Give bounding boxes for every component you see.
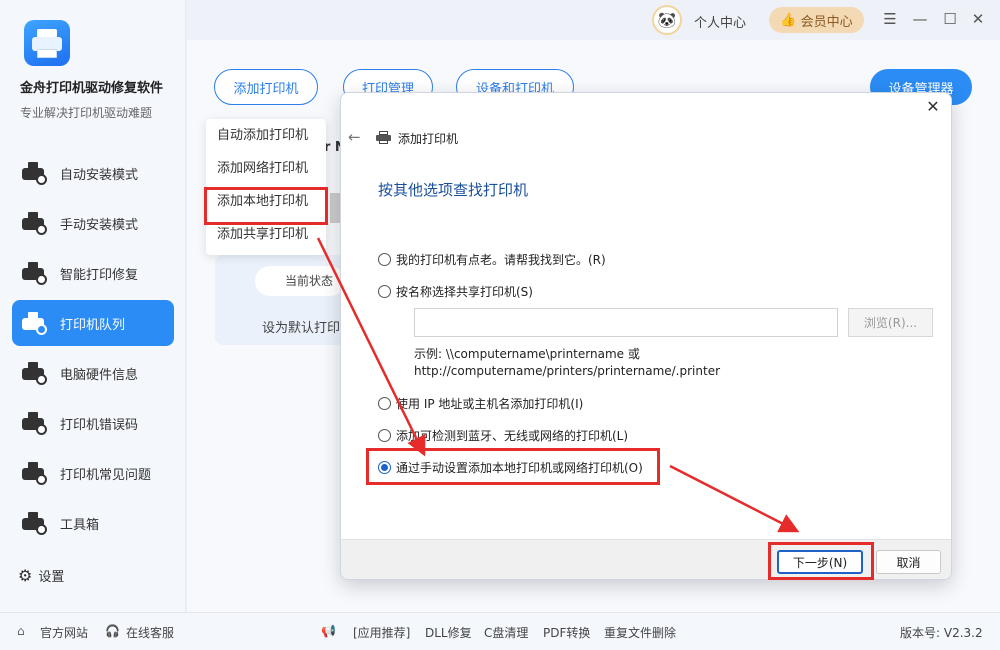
sidebar-item-label: 工具箱	[60, 517, 100, 533]
dialog-close-icon[interactable]: ✕	[923, 97, 943, 116]
settings-button[interactable]: ⚙ 设置	[18, 566, 64, 585]
settings-label: 设置	[38, 570, 65, 585]
example-line-1: 示例: \\computername\printername 或	[414, 347, 640, 361]
option-label: 按名称选择共享打印机(S)	[396, 285, 533, 299]
status-label: 当前状态	[255, 266, 345, 296]
manual-install-icon	[22, 210, 48, 236]
vip-center-button[interactable]: 👍 会员中心	[769, 7, 864, 33]
radio-button[interactable]	[378, 253, 391, 266]
dropdown-item-auto-add[interactable]: 自动添加打印机	[206, 119, 326, 152]
link-dll-repair[interactable]: DLL修复	[425, 624, 472, 641]
dropdown-item-shared[interactable]: 添加共享打印机	[206, 218, 326, 251]
sidebar-item-printer-queue[interactable]: 打印机队列	[12, 300, 174, 346]
link-pdf-convert[interactable]: PDF转换	[543, 624, 590, 641]
menu-icon[interactable]: ☰	[881, 10, 899, 28]
dropdown-item-network[interactable]: 添加网络打印机	[206, 152, 326, 185]
sidebar-item-manual-install[interactable]: 手动安装模式	[12, 200, 174, 246]
dialog-heading: 按其他选项查找打印机	[378, 181, 529, 199]
gear-icon: ⚙	[18, 566, 33, 585]
add-printer-dialog: ✕ ← 添加打印机 按其他选项查找打印机 我的打印机有点老。请帮我找到它。(R)…	[340, 92, 952, 580]
link-c-clean[interactable]: C盘清理	[484, 624, 528, 641]
printer-queue-icon	[22, 310, 48, 336]
website-link[interactable]: 官方网站	[40, 624, 88, 641]
minimize-icon[interactable]: —	[911, 10, 929, 28]
printer-thumbnail	[330, 193, 340, 223]
auto-install-icon	[22, 160, 48, 186]
megaphone-icon: 📢	[321, 624, 336, 638]
maximize-icon[interactable]: ☐	[941, 10, 959, 28]
option-label: 通过手动设置添加本地打印机或网络打印机(O)	[396, 461, 643, 475]
sidebar-item-smart-repair[interactable]: 智能打印修复	[12, 250, 174, 296]
radio-button[interactable]	[378, 429, 391, 442]
sidebar-item-label: 自动安装模式	[60, 167, 139, 183]
recommend-label: [应用推荐]	[353, 626, 411, 640]
smart-repair-icon	[22, 260, 48, 286]
bottom-bar: ⌂ 官方网站 🎧 在线客服 📢 [应用推荐] DLL修复 C盘清理 PDF转换 …	[0, 612, 1000, 650]
vip-center-label: 会员中心	[800, 14, 853, 30]
example-text: 示例: \\computername\printername 或 http://…	[414, 346, 720, 380]
radio-button[interactable]	[378, 397, 391, 410]
option-bluetooth-wireless[interactable]: 添加可检测到蓝牙、无线或网络的打印机(L)	[378, 427, 628, 444]
link-dup-delete[interactable]: 重复文件删除	[604, 624, 676, 641]
printer-icon	[376, 131, 391, 144]
sidebar-item-label: 手动安装模式	[60, 217, 139, 233]
faq-icon	[22, 460, 48, 486]
app-logo	[24, 20, 70, 66]
version-label: 版本号: V2.3.2	[900, 626, 983, 640]
radio-button-selected[interactable]	[378, 461, 391, 474]
sidebar-item-error-code[interactable]: 打印机错误码	[12, 400, 174, 446]
next-button[interactable]: 下一步(N)	[777, 550, 863, 574]
radio-button[interactable]	[378, 285, 391, 298]
option-label: 添加可检测到蓝牙、无线或网络的打印机(L)	[396, 429, 629, 443]
hardware-info-icon	[22, 360, 48, 386]
option-manual-local[interactable]: 通过手动设置添加本地打印机或网络打印机(O)	[378, 459, 643, 476]
option-label: 我的打印机有点老。请帮我找到它。(R)	[396, 253, 606, 267]
support-link[interactable]: 在线客服	[126, 624, 174, 641]
add-printer-dropdown: 自动添加打印机 添加网络打印机 添加本地打印机 添加共享打印机	[206, 119, 326, 255]
sidebar-item-faq[interactable]: 打印机常见问题	[12, 450, 174, 496]
app-name: 金舟打印机驱动修复软件	[20, 81, 164, 96]
back-arrow-icon[interactable]: ←	[348, 128, 361, 146]
option-ip-address[interactable]: 使用 IP 地址或主机名添加打印机(I)	[378, 395, 583, 412]
add-printer-button[interactable]: 添加打印机	[214, 69, 318, 105]
example-line-2: http://computername/printers/printername…	[414, 364, 721, 378]
cancel-button[interactable]: 取消	[876, 550, 941, 574]
sidebar-item-label: 打印机错误码	[60, 417, 139, 433]
set-default-button[interactable]: 设为默认打印	[262, 317, 340, 336]
browse-button[interactable]: 浏览(R)...	[848, 308, 933, 337]
app-subtitle: 专业解决打印机驱动难题	[20, 106, 153, 120]
user-center-link[interactable]: 个人中心	[694, 12, 746, 31]
toolbox-icon	[22, 510, 48, 536]
sidebar-item-label: 电脑硬件信息	[60, 367, 139, 383]
headset-icon: 🎧	[105, 624, 120, 638]
sidebar: 金舟打印机驱动修复软件 专业解决打印机驱动难题 自动安装模式 手动安装模式 智能…	[0, 0, 186, 612]
close-icon[interactable]: ✕	[969, 10, 987, 28]
dialog-title: 添加打印机	[398, 132, 459, 146]
option-shared-by-name[interactable]: 按名称选择共享打印机(S)	[378, 283, 533, 300]
thumbs-up-icon: 👍	[780, 12, 797, 28]
sidebar-item-label: 打印机队列	[60, 317, 126, 333]
sidebar-item-label: 智能打印修复	[60, 267, 139, 283]
option-old-printer[interactable]: 我的打印机有点老。请帮我找到它。(R)	[378, 251, 606, 268]
avatar[interactable]: 🐼	[652, 5, 682, 35]
option-label: 使用 IP 地址或主机名添加打印机(I)	[396, 397, 584, 411]
sidebar-item-label: 打印机常见问题	[60, 467, 152, 483]
home-icon: ⌂	[17, 624, 25, 638]
shared-printer-input[interactable]	[414, 308, 838, 337]
sidebar-item-hardware-info[interactable]: 电脑硬件信息	[12, 350, 174, 396]
sidebar-item-auto-install[interactable]: 自动安装模式	[12, 150, 174, 196]
sidebar-item-toolbox[interactable]: 工具箱	[12, 500, 174, 546]
error-code-icon	[22, 410, 48, 436]
sidebar-nav: 自动安装模式 手动安装模式 智能打印修复 打印机队列 电脑硬件信息 打印机错误码…	[12, 150, 174, 550]
dropdown-item-local[interactable]: 添加本地打印机	[206, 185, 326, 218]
